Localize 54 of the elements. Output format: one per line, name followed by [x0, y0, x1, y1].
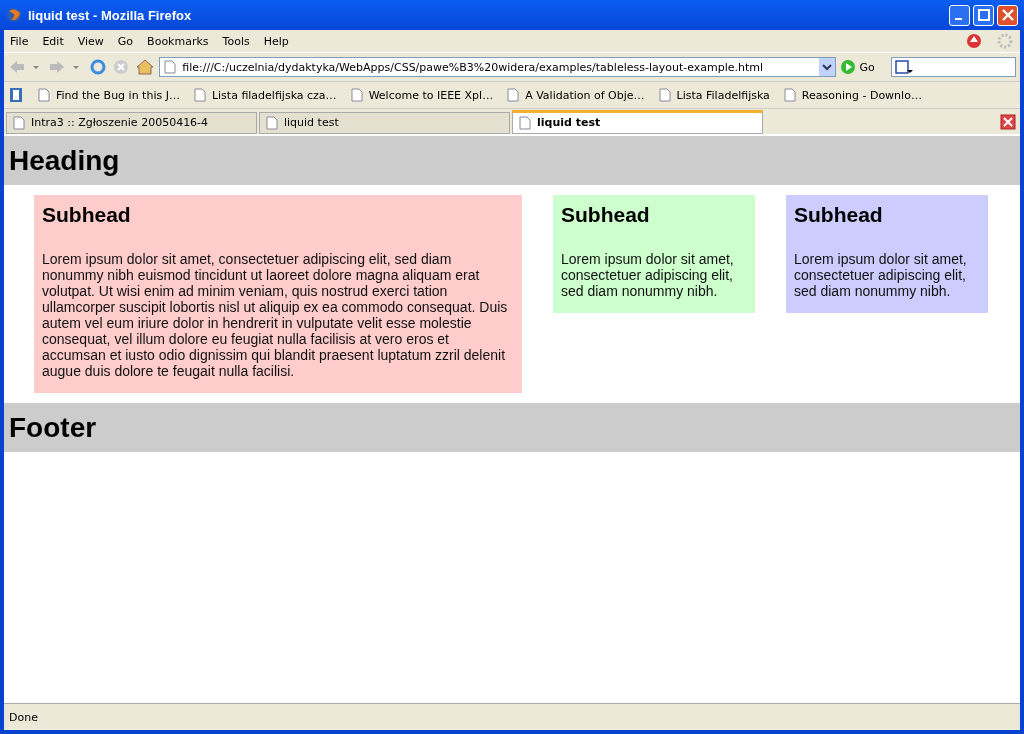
go-button[interactable]: Go	[859, 60, 875, 74]
bookmark-item[interactable]: Welcome to IEEE Xpl…	[350, 88, 494, 102]
body-text: Lorem ipsum dolor sit amet, consectetuer adipiscing elit, sed diam nonummy nibh euismod tincidunt ut laoreet dolore magna aliquam erat volutpat. Ut wisi enim ad minim veniam, quis nostrud exerci tation ullamcorper suscipit lobortis nisl ut aliquip ex ea commodo consequat. Duis autem vel eum iriure dolor in hendrerit in vulputate velit esse molestie consequat, vel illum dolore eu feugiat nulla facilisis at vero eros et accumsan et iusto odio dignissim qui blandit praesent luptatum zzril delenit augue duis dolore te feugait nulla facilisi.	[42, 251, 509, 379]
subhead: Subhead	[794, 203, 884, 227]
menu-item[interactable]: Go	[117, 34, 134, 48]
update-icon[interactable]	[966, 33, 982, 49]
minimize-button[interactable]	[949, 4, 970, 26]
page-icon	[266, 115, 278, 130]
page-icon	[350, 88, 363, 102]
page-icon	[38, 88, 50, 102]
page-icon	[507, 88, 520, 102]
bookmark-item[interactable]: Reasoning - Downlo…	[783, 88, 922, 102]
status-text: Done	[9, 710, 38, 724]
page-icon	[193, 88, 206, 102]
browser-tab[interactable]: liquid test	[259, 111, 510, 134]
menu-item[interactable]: Bookmarks	[147, 34, 209, 48]
dropdown-button[interactable]	[818, 58, 835, 76]
body-text: Lorem ipsum dolor sit amet, consectetuer adipiscing elit, sed diam nonummy nibh.	[561, 251, 735, 299]
bookmark-item[interactable]: A Validation of Obje…	[507, 88, 645, 102]
menu-item[interactable]: Tools	[222, 34, 250, 48]
globe-icon	[6, 7, 22, 23]
close-tab-icon[interactable]	[1000, 113, 1016, 130]
search-engine-icon[interactable]	[893, 59, 914, 75]
bookmark-item[interactable]: Lista filadelfijska cza…	[193, 88, 337, 102]
menu-item[interactable]: Help	[263, 34, 289, 48]
body-text: Lorem ipsum dolor sit amet, consectetuer adipiscing elit, sed diam nonummy nibh.	[794, 251, 968, 299]
close-icon	[1001, 9, 1014, 21]
page-icon	[658, 88, 671, 102]
subhead: Subhead	[561, 203, 651, 227]
page-icon	[519, 115, 531, 130]
close-button[interactable]	[997, 4, 1018, 26]
browser-tab[interactable]: Intra3 :: Zgłoszenie 20050416-4	[6, 111, 257, 134]
subhead: Subhead	[42, 203, 132, 227]
menu-item[interactable]: Edit	[42, 34, 64, 48]
maximize-icon	[977, 9, 990, 21]
bookmarks-icon[interactable]	[8, 87, 24, 103]
throbber-icon	[996, 32, 1014, 50]
menu-item[interactable]: File	[10, 34, 29, 48]
window-title: liquid test - Mozilla Firefox	[28, 7, 192, 23]
chevron-down-icon	[821, 63, 832, 71]
page-icon	[164, 60, 177, 74]
page-icon	[13, 115, 25, 130]
search-field[interactable]	[890, 57, 1016, 77]
minimize-icon	[954, 18, 962, 20]
home-icon[interactable]	[135, 58, 156, 76]
address-field[interactable]: file:///C:/uczelnia/dydaktyka/WebApps/CSS/pawe%B3%20widera/examples/tableless-layout-example.html	[159, 57, 836, 77]
page-footer: Footer	[9, 411, 97, 444]
browser-tab[interactable]: liquid test	[512, 109, 763, 134]
page-heading: Heading	[9, 144, 120, 177]
menu-item[interactable]: View	[77, 34, 104, 48]
page-icon	[783, 88, 796, 102]
maximize-button[interactable]	[973, 4, 994, 26]
bookmark-item[interactable]: Lista Filadelfijska	[658, 88, 770, 102]
bookmark-item[interactable]: Find the Bug in this J…	[38, 88, 180, 102]
